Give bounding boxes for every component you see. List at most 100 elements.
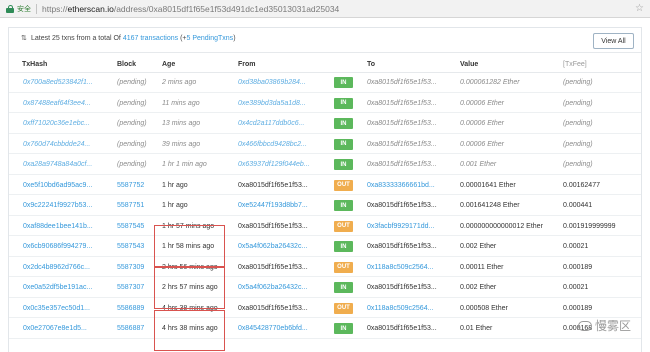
txhash-link[interactable]: 0x87488eaf64f3ee4... [23, 99, 91, 108]
value-text: 0.00001641 Ether [460, 181, 516, 189]
txhash-link[interactable]: 0xff71020c36e1ebc... [23, 119, 90, 128]
table-row: 0x700a8ed523842f1... (pending) 2 mins ago 0… [9, 72, 641, 93]
from-address[interactable]: 0x5a4f062ba26432c... [238, 283, 307, 292]
to-address: 0xa8015df1f65e1f53... [367, 161, 437, 168]
table-row: 0x87488eaf64f3ee4... (pending) 11 mins ago… [9, 93, 641, 113]
value-text: 0.00006 Ether [460, 120, 504, 127]
txfee-text: 0.000441 [563, 202, 593, 209]
txhash-link[interactable]: 0xe5f10bd6ad95ac9... [23, 181, 92, 190]
table-row: 0xa28a9748a84a0cf... (pending) 1 hr 1 min … [9, 154, 641, 175]
age-highlight-box [154, 225, 225, 268]
age-text: 13 mins ago [162, 120, 201, 127]
txhash-link[interactable]: 0xe0a52df5be191ac... [23, 283, 92, 292]
from-address[interactable]: 0x466fbbcd9428bc2... [238, 140, 307, 149]
block-link[interactable]: 5587307 [117, 283, 144, 292]
txhash-link[interactable]: 0x0c35e357ec50d1... [23, 304, 90, 313]
block-link[interactable]: 5587545 [117, 222, 144, 231]
txfee-text: 0.000189 [563, 263, 593, 271]
address-bar[interactable]: 安全 https://etherscan.io/address/0xa8015d… [0, 0, 650, 18]
block-link[interactable]: 5587752 [117, 181, 144, 190]
to-address: 0xa8015df1f65e1f53... [367, 284, 437, 291]
to-address[interactable]: 0x3facbf9929171dd... [367, 222, 434, 231]
out-badge: OUT [334, 302, 353, 314]
from-address[interactable]: 0xe52447f193d8bb7... [238, 201, 308, 210]
value-text: 0.002 Ether [460, 243, 497, 250]
value-text: 0.000508 Ether [460, 304, 508, 312]
value-text: 0.00011 Ether [460, 263, 504, 271]
txn-summary: ⇅ Latest 25 txns from a total Of 4167 tr… [21, 35, 236, 42]
out-badge: OUT [334, 220, 353, 232]
block-link[interactable]: 5587543 [117, 242, 144, 251]
block-link[interactable]: 5587751 [117, 201, 144, 210]
in-badge: IN [334, 159, 353, 170]
out-badge: OUT [334, 179, 353, 191]
url-scheme: https:// [42, 3, 68, 14]
from-address: 0xa8015df1f65e1f53... [238, 222, 308, 230]
txhash-link[interactable]: 0xa28a9748a84a0cf... [23, 160, 92, 169]
block-link: (pending) [117, 161, 147, 168]
lock-icon [6, 4, 14, 13]
table-row: 0x760d74cbbdde24... (pending) 39 mins ago 0… [9, 134, 641, 154]
url-text[interactable]: https://etherscan.io/address/0xa8015df1f… [42, 4, 339, 14]
to-address[interactable]: 0x118a8c509c2564... [367, 263, 433, 272]
from-address[interactable]: 0x63937df129f044eb... [238, 160, 310, 169]
age-text: 11 mins ago [162, 99, 200, 107]
wechat-icon [577, 320, 592, 331]
from-address[interactable]: 0xd38ba03869b284... [238, 78, 306, 87]
to-address: 0xa8015df1f65e1f53... [367, 79, 437, 86]
to-address: 0xa8015df1f65e1f53... [367, 120, 437, 127]
view-all-button[interactable]: View All [593, 33, 634, 49]
to-address[interactable]: 0xa83333366661bd... [367, 181, 435, 190]
out-badge: OUT [334, 261, 353, 273]
to-address[interactable]: 0x118a8c509c2564... [367, 304, 433, 313]
url-path: /address/0xa8015df1f65e1f53d491dc1ed3501… [113, 3, 340, 14]
pending-txns-link[interactable]: 5 PendingTxns [186, 35, 233, 42]
age-text: 2 mins ago [162, 79, 197, 86]
table-row: 0xe0a52df5be191ac... 5587307 2 hrs 57 mins… [9, 277, 641, 298]
in-badge: IN [334, 282, 353, 293]
header-value: Value [460, 61, 479, 68]
to-address: 0xa8015df1f65e1f53... [367, 140, 437, 148]
watermark: 慢雾区 [577, 317, 631, 334]
block-link[interactable]: 5586889 [117, 304, 144, 313]
block-link: (pending) [117, 140, 147, 148]
secure-label: 安全 [17, 5, 31, 13]
from-address: 0xa8015df1f65e1f53... [238, 304, 308, 312]
header-from: From [238, 61, 256, 68]
from-address[interactable]: 0x845428770eb6bfd... [238, 324, 308, 333]
value-text: 0.001 Ether [460, 161, 497, 168]
txfee-text: (pending) [563, 79, 593, 86]
table-row: 0x6cb90686f994279... 5587543 1 hr 58 mins … [9, 236, 641, 257]
from-address: 0xa8015df1f65e1f53... [238, 263, 308, 271]
txhash-link[interactable]: 0x6cb90686f994279... [23, 242, 92, 251]
txfee-text: 0.000189 [563, 304, 593, 312]
url-host: etherscan.io [67, 3, 114, 14]
txhash-link[interactable]: 0x760d74cbbdde24... [23, 140, 90, 149]
block-link: (pending) [117, 79, 147, 86]
row-divider [9, 337, 641, 339]
txfee-text: (pending) [563, 99, 593, 107]
from-address[interactable]: 0x4cd2a117ddb0c6... [238, 119, 304, 128]
block-link[interactable]: 5586887 [117, 324, 144, 333]
total-transactions-link[interactable]: 4167 transactions [123, 35, 178, 42]
sort-icon: ⇅ [21, 35, 27, 42]
block-link[interactable]: 5587309 [117, 263, 144, 272]
value-text: 0.002 Ether [460, 284, 497, 291]
txhash-link[interactable]: 0x700a8ed523842f1... [23, 78, 93, 87]
in-badge: IN [334, 200, 353, 211]
from-address[interactable]: 0x5a4f062ba26432c... [238, 242, 307, 251]
to-address: 0xa8015df1f65e1f53... [367, 243, 437, 250]
from-address[interactable]: 0xe389bd3da5a1d8... [238, 99, 306, 108]
txfee-text: 0.00021 [563, 243, 589, 250]
txhash-link[interactable]: 0x2dc4b8962d766c... [23, 263, 90, 272]
from-address: 0xa8015df1f65e1f53... [238, 181, 308, 189]
to-address: 0xa8015df1f65e1f53... [367, 325, 437, 332]
txhash-link[interactable]: 0x0e27067e8e1d5... [23, 324, 87, 333]
bookmark-star-icon[interactable]: ☆ [635, 3, 644, 15]
txhash-link[interactable]: 0xaf88dee1bee141b... [23, 222, 93, 231]
value-text: 0.00006 Ether [460, 140, 504, 148]
age-text: 1 hr 1 min ago [162, 161, 207, 168]
to-address: 0xa8015df1f65e1f53... [367, 202, 437, 209]
txhash-link[interactable]: 0x9c22241f9927b53... [23, 201, 92, 210]
table-row: 0xe5f10bd6ad95ac9... 5587752 1 hr ago 0xa80… [9, 175, 641, 195]
